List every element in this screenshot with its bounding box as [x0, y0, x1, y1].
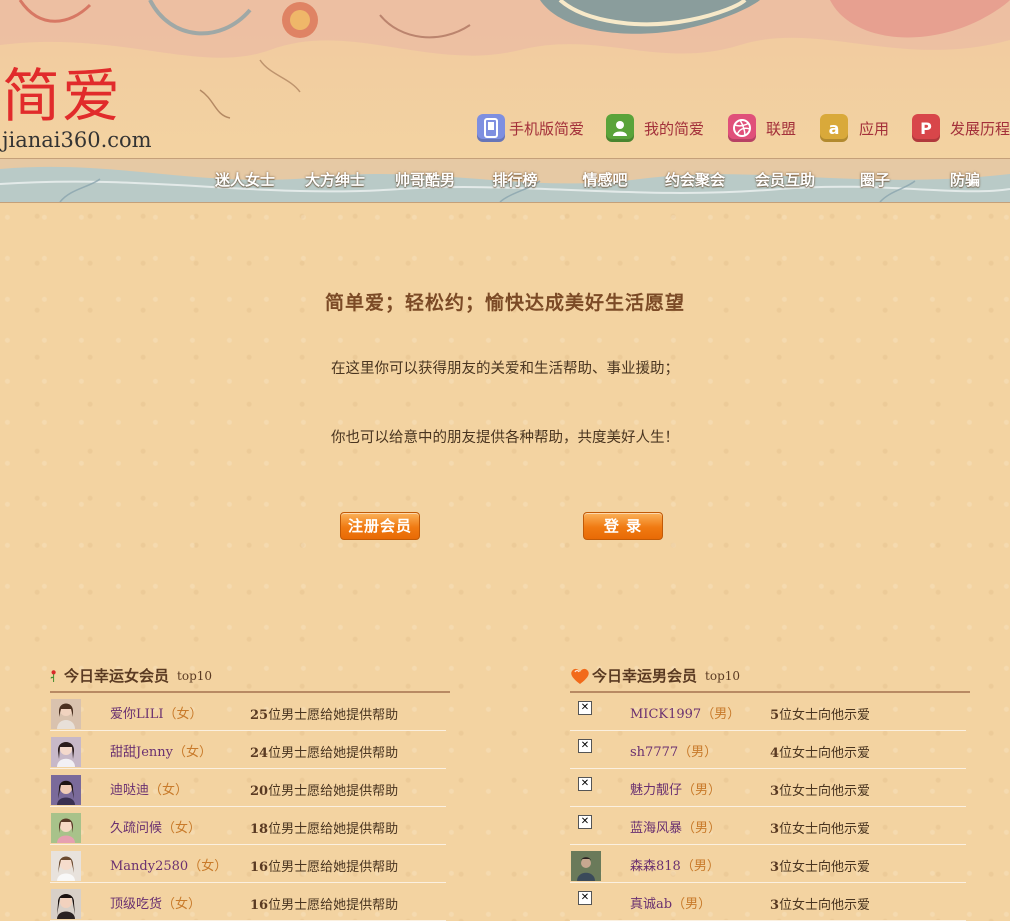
avatar[interactable] [571, 851, 601, 881]
member-info: 25位男士愿给她提供帮助 [250, 708, 399, 723]
avatar[interactable] [51, 775, 81, 805]
member-name[interactable]: Mandy2580（女） [110, 855, 227, 874]
lucky-male-panel: 今日幸运男会员 top10 ✕ MICK1997（男） 5位女士向他示爱 ✕ s… [570, 660, 970, 921]
toplink-my-jianai[interactable]: 我的简爱 [606, 113, 704, 143]
avatar[interactable] [51, 813, 81, 843]
amazon-icon: a [820, 114, 848, 142]
list-item: 顶级吃货（女） 16位男士愿给她提供帮助 [50, 883, 446, 921]
nav-handsome[interactable]: 帅哥酷男 [380, 159, 470, 202]
member-name[interactable]: 森森818（男） [630, 855, 720, 874]
panel-header: 今日幸运男会员 top10 [570, 660, 970, 693]
member-info: 3位女士向他示爱 [770, 860, 871, 875]
member-name[interactable]: 魅力靓仔（男） [630, 779, 721, 798]
toplink-label: 联盟 [766, 119, 797, 138]
nav-circles[interactable]: 圈子 [830, 159, 920, 202]
logo-chinese: 简爱 [2, 62, 123, 130]
broken-image-icon[interactable]: ✕ [578, 777, 592, 791]
nav-anti-fraud[interactable]: 防骗 [920, 159, 1010, 202]
member-info: 3位女士向他示爱 [770, 898, 871, 913]
avatar[interactable] [51, 851, 81, 881]
member-info: 16位男士愿给她提供帮助 [250, 860, 399, 875]
mobile-icon [477, 114, 505, 142]
dribbble-icon [728, 114, 756, 142]
list-item: ✕ 蓝海风暴（男） 3位女士向他示爱 [570, 807, 966, 845]
toplink-alliance[interactable]: 联盟 [728, 113, 796, 143]
broken-image-icon[interactable]: ✕ [578, 701, 592, 715]
list-item: ✕ 真诚ab（男） 3位女士向他示爱 [570, 883, 966, 921]
toplink-mobile[interactable]: 手机版简爱 [477, 113, 584, 143]
member-info: 5位女士向他示爱 [770, 708, 871, 723]
member-name[interactable]: 甜甜Jenny（女） [110, 741, 212, 760]
member-info: 24位男士愿给她提供帮助 [250, 746, 399, 761]
heart-icon [571, 668, 589, 684]
member-name[interactable]: MICK1997（男） [630, 703, 740, 722]
list-item: 迪哒迪（女） 20位男士愿给她提供帮助 [50, 769, 446, 807]
list-item: Mandy2580（女） 16位男士愿给她提供帮助 [50, 845, 446, 883]
member-name[interactable]: 顶级吃货（女） [110, 893, 201, 912]
site-header: 简爱 jianai360.com 手机版简爱 我的简爱 联盟 a 应用 P 发展… [0, 0, 1010, 158]
nav-gentlemen[interactable]: 大方绅士 [290, 159, 380, 202]
member-name[interactable]: 迪哒迪（女） [110, 779, 188, 798]
intro-line-2: 你也可以给意中的朋友提供各种帮助，共度美好人生！ [331, 430, 679, 446]
avatar[interactable] [51, 699, 81, 729]
toplink-history[interactable]: P 发展历程 [912, 113, 1010, 143]
member-info: 16位男士愿给她提供帮助 [250, 898, 399, 913]
main-nav: 迷人女士 大方绅士 帅哥酷男 排行榜 情感吧 约会聚会 会员互助 圈子 防骗 [0, 158, 1010, 203]
toplink-label: 手机版简爱 [509, 119, 585, 138]
list-item: ✕ sh7777（男） 4位女士向他示爱 [570, 731, 966, 769]
nav-emotion[interactable]: 情感吧 [560, 159, 650, 202]
panel-subtitle: top10 [177, 668, 213, 683]
list-item: ✕ 魅力靓仔（男） 3位女士向他示爱 [570, 769, 966, 807]
member-info: 4位女士向他示爱 [770, 746, 871, 761]
member-name[interactable]: 久疏问候（女） [110, 817, 201, 836]
member-name[interactable]: sh7777（男） [630, 741, 717, 760]
panel-subtitle: top10 [705, 668, 741, 683]
list-item: 甜甜Jenny（女） 24位男士愿给她提供帮助 [50, 731, 446, 769]
nav-ranking[interactable]: 排行榜 [470, 159, 560, 202]
site-logo[interactable]: 简爱 jianai360.com [2, 64, 172, 156]
broken-image-icon[interactable]: ✕ [578, 815, 592, 829]
logo-domain: jianai360.com [2, 128, 152, 152]
broken-image-icon[interactable]: ✕ [578, 891, 592, 905]
panel-title: 今日幸运男会员 [592, 667, 698, 685]
list-item: ✕ MICK1997（男） 5位女士向他示爱 [570, 693, 966, 731]
list-item: 森森818（男） 3位女士向他示爱 [570, 845, 966, 883]
member-info: 18位男士愿给她提供帮助 [250, 822, 399, 837]
panel-title: 今日幸运女会员 [64, 667, 170, 685]
register-button[interactable]: 注册会员 [340, 512, 420, 540]
list-item: 久疏问候（女） 18位男士愿给她提供帮助 [50, 807, 446, 845]
nav-dating[interactable]: 约会聚会 [650, 159, 740, 202]
list-item: 爱你LILI（女） 25位男士愿给她提供帮助 [50, 693, 446, 731]
toplink-label: 我的简爱 [644, 119, 705, 138]
member-name[interactable]: 爱你LILI（女） [110, 703, 203, 722]
broken-image-icon[interactable]: ✕ [578, 739, 592, 753]
avatar[interactable] [51, 737, 81, 767]
lucky-female-panel: 今日幸运女会员 top10 爱你LILI（女） 25位男士愿给她提供帮助 甜甜J… [50, 660, 450, 921]
panel-header: 今日幸运女会员 top10 [50, 660, 450, 693]
member-name[interactable]: 真诚ab（男） [630, 893, 711, 912]
nav-mutual-help[interactable]: 会员互助 [740, 159, 830, 202]
toplink-label: 应用 [859, 119, 890, 138]
rose-icon [50, 669, 56, 682]
toplink-label: 发展历程 [950, 119, 1010, 138]
pinterest-icon: P [912, 114, 940, 142]
user-icon [606, 114, 634, 142]
member-info: 3位女士向他示爱 [770, 822, 871, 837]
nav-ladies[interactable]: 迷人女士 [200, 159, 290, 202]
member-info: 3位女士向他示爱 [770, 784, 871, 799]
login-button[interactable]: 登 录 [583, 512, 663, 540]
member-info: 20位男士愿给她提供帮助 [250, 784, 399, 799]
intro-line-1: 在这里你可以获得朋友的关爱和生活帮助、事业援助； [331, 361, 679, 377]
toplink-apps[interactable]: a 应用 [820, 113, 889, 143]
member-name[interactable]: 蓝海风暴（男） [630, 817, 721, 836]
avatar[interactable] [51, 889, 81, 919]
intro-title: 简单爱；轻松约；愉快达成美好生活愿望 [324, 292, 685, 314]
